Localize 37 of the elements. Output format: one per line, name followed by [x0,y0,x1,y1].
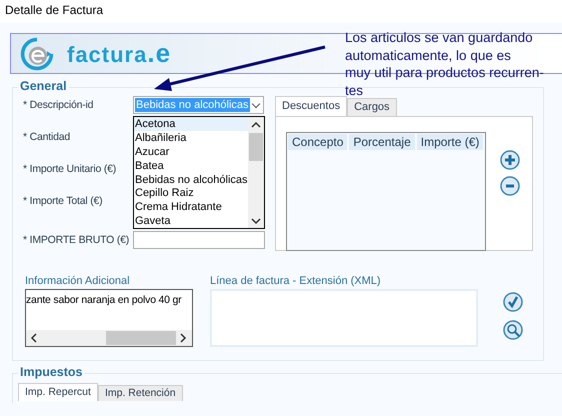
logo-icon [19,36,55,72]
section-title: General [18,79,69,93]
column-header[interactable]: Concepto [288,134,350,150]
tab[interactable]: Descuentos [275,96,348,116]
search-icon[interactable] [503,320,523,340]
dropdown-option[interactable]: Acetona [134,117,248,131]
dropdown-option[interactable]: Crema Hidratante [134,200,248,214]
add-icon[interactable] [500,150,520,170]
field-label: * Cantidad [23,131,72,143]
dropdown-option[interactable]: Batea [134,158,248,173]
remove-icon[interactable] [500,176,520,196]
field-label: Línea de factura - Extensión (XML) [210,275,382,289]
logo-text: factura.e [67,38,172,69]
dropdown-option[interactable]: Bebidas no alcohólicas [134,172,248,186]
input-field[interactable] [133,231,265,249]
dropdown-option[interactable]: Cepillo Raiz [134,186,248,200]
annotation-text: Los articulos se van guardando automaticamente, lo que es muy util para productos recurren- tes [345,29,545,99]
dropdown-option[interactable]: Albañileria [134,130,248,145]
dropdown-option[interactable]: Azucar [134,144,248,159]
field-label: Información Adicional [25,275,131,289]
column-header[interactable]: Porcentaje [349,134,417,150]
field-label: * Importe Total (€) [23,195,104,207]
field-label: * Importe Unitario (€) [23,163,118,175]
field-label: * Descripción-id [23,99,94,111]
dropdown-option[interactable]: Gaveta [134,214,248,228]
dropdown-list[interactable]: Acetona Albañileria Azucar Batea Bebidas no alcohólicas Cepillo Raiz Crema Hidratante Gaveta [133,116,265,229]
text-value: zante sabor naranja en polvo 40 gr [26,293,182,308]
tab[interactable]: Cargos [347,98,397,116]
text-area[interactable]: zante sabor naranja en polvo 40 gr [25,289,193,347]
section-title: Impuestos [18,365,85,379]
tab[interactable]: Imp. Retención [98,385,183,401]
scrollbar[interactable] [248,117,264,228]
check-icon[interactable] [503,292,523,312]
scrollbar[interactable] [26,330,192,346]
field-label: * IMPORTE BRUTO (€) [23,234,130,246]
column-header[interactable]: Importe (€) [416,134,486,150]
tab[interactable]: Imp. Repercut [18,383,98,401]
